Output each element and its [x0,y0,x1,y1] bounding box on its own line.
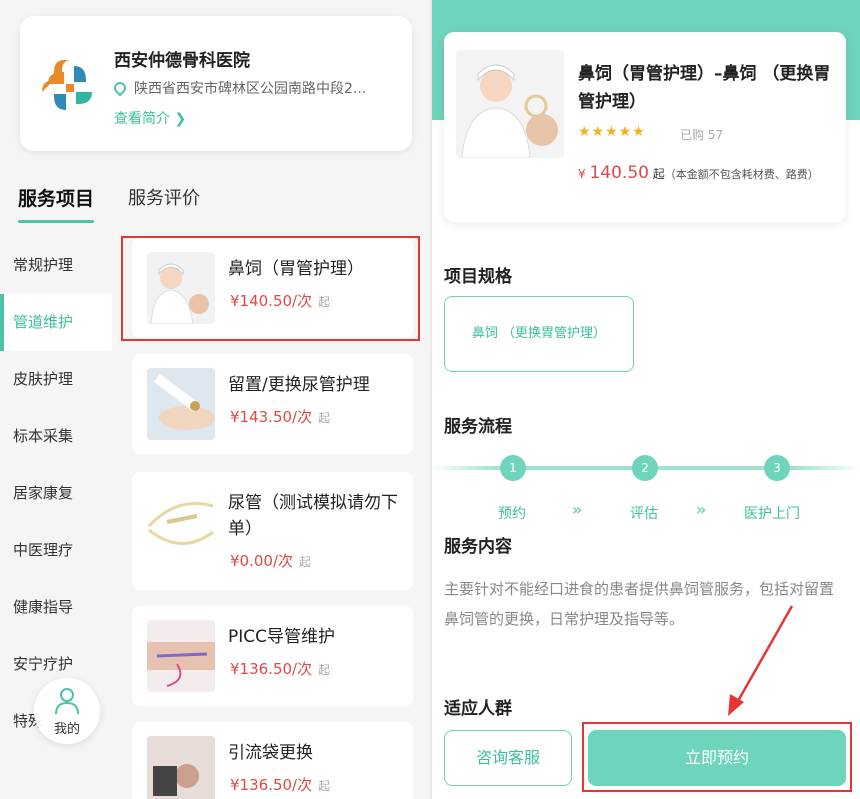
service-title: 留置/更换尿管护理 [228,375,370,395]
service-card-catheter-test[interactable]: 尿管（测试模拟请勿下单） ¥0.00/次起 [132,472,413,590]
service-price: ¥136.50/次起 [230,774,330,795]
person-icon [55,688,79,715]
price-from-label: 起 [318,779,331,793]
service-title: 尿管（测试模拟请勿下单） [228,493,398,539]
service-price: ¥136.50/次起 [230,658,330,679]
red-arrow-icon [728,605,794,716]
hospital-service-panel: 西安仲德骨科医院 陕西省西安市碑林区公园南路中段2... 查看简介 ❯ 服务项目… [0,0,430,799]
service-title: 引流袋更换 [228,743,313,763]
sidebar-item-tcm-therapy[interactable]: 中医理疗 [0,522,112,579]
price-from-label: 起 [318,411,331,425]
sidebar-item-skin-care[interactable]: 皮肤护理 [0,351,112,408]
sidebar-item-tube-maintenance[interactable]: 管道维护 [0,294,112,351]
service-price-value: ¥143.50/次 [230,408,313,426]
tab-service-items[interactable]: 服务项目 [18,184,95,223]
catheter-care-thumbnail [147,368,215,440]
sidebar-item-specimen-collection[interactable]: 标本采集 [0,408,112,465]
sidebar-item-home-rehab[interactable]: 居家康复 [0,465,112,522]
price-from-label: 起 [318,663,331,677]
mine-button[interactable]: 我的 [34,678,100,744]
catheter-thumbnail [147,486,215,558]
service-price-value: ¥140.50/次 [230,292,313,310]
service-detail-panel: 鼻饲（胃管护理）–鼻饲 （更换胃管护理） ★★★★★ 已购 57 ¥ 140.5… [432,0,860,799]
hospital-address: 陕西省西安市碑林区公园南路中段2... [114,78,404,98]
service-price-value: ¥136.50/次 [230,660,313,678]
mine-label: 我的 [53,722,80,737]
service-card-drainage-bag[interactable]: 引流袋更换 ¥136.50/次起 [132,722,413,799]
hospital-address-text: 陕西省西安市碑林区公园南路中段2... [134,81,367,97]
service-card-urinary-catheter[interactable]: 留置/更换尿管护理 ¥143.50/次起 [132,354,413,454]
tab-service-reviews[interactable]: 服务评价 [128,184,200,211]
drainage-thumbnail [147,736,215,799]
service-price: ¥0.00/次起 [230,550,311,571]
screenshot-root: 西安仲德骨科医院 陕西省西安市碑林区公园南路中段2... 查看简介 ❯ 服务项目… [0,0,860,799]
sidebar-item-routine-care[interactable]: 常规护理 [0,237,112,294]
service-title: PICC导管维护 [228,627,336,647]
hospital-card[interactable]: 西安仲德骨科医院 陕西省西安市碑林区公园南路中段2... 查看简介 ❯ [20,16,412,151]
service-title: 鼻饲（胃管护理） [228,259,364,279]
hospital-name: 西安仲德骨科医院 [114,51,250,71]
price-from-label: 起 [299,555,312,569]
view-intro-link[interactable]: 查看简介 ❯ [114,108,186,128]
service-price-value: ¥136.50/次 [230,776,313,794]
service-price: ¥143.50/次起 [230,406,330,427]
category-sidebar: 常规护理 管道维护 皮肤护理 标本采集 居家康复 中医理疗 健康指导 安宁疗护 … [0,237,112,750]
picc-thumbnail [147,620,215,692]
location-pin-icon [114,79,129,97]
tab-bar: 服务项目 服务评价 [18,184,200,223]
price-from-label: 起 [318,295,331,309]
service-card-picc[interactable]: PICC导管维护 ¥136.50/次起 [132,606,413,706]
service-card-nasal-feeding[interactable]: 鼻饲（胃管护理） ¥140.50/次起 [132,238,413,338]
hospital-logo-icon [42,60,92,110]
service-price-value: ¥0.00/次 [230,552,293,570]
service-price: ¥140.50/次起 [230,290,330,311]
nurse-thumbnail [147,252,215,324]
sidebar-item-health-guidance[interactable]: 健康指导 [0,579,112,636]
